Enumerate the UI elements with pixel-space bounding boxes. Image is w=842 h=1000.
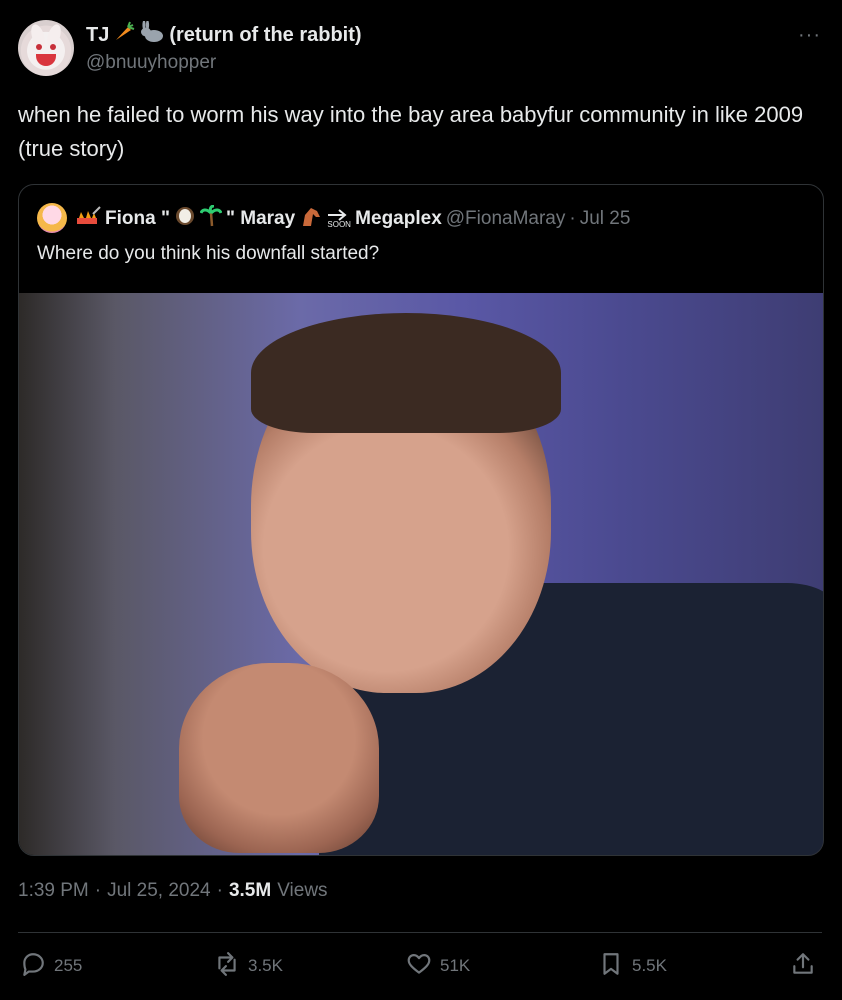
- quote-name-part2: " Maray: [225, 208, 296, 229]
- more-options-icon[interactable]: ···: [798, 24, 821, 47]
- share-button[interactable]: [790, 948, 816, 984]
- repost-icon: [214, 951, 240, 982]
- action-bar: 255 3.5K 51K 5.5K: [18, 948, 822, 984]
- bookmark-count: 5.5K: [632, 956, 667, 975]
- quote-dot-separator: ·: [569, 208, 576, 229]
- quote-photo[interactable]: [19, 293, 823, 855]
- quote-handle[interactable]: @FionaMaray: [446, 208, 566, 230]
- quoted-tweet[interactable]: Fiona " " Maray SOON Megaplex @FionaMara…: [18, 184, 824, 856]
- quote-name-part3: Megaplex: [355, 208, 442, 229]
- tweet-time[interactable]: 1:39 PM: [18, 880, 89, 902]
- syringe-icon: [75, 206, 101, 232]
- views-label: Views: [277, 880, 328, 901]
- quote-text: Where do you think his downfall started?: [37, 243, 380, 264]
- share-icon: [790, 951, 816, 982]
- author-avatar[interactable]: [18, 20, 74, 76]
- views-count: 3.5M: [228, 880, 272, 901]
- bookmark-icon: [598, 951, 624, 982]
- soon-label: SOON: [327, 220, 351, 229]
- reply-button[interactable]: 255: [20, 948, 82, 984]
- like-icon: [406, 951, 432, 982]
- quote-author-row: Fiona " " Maray SOON Megaplex @FionaMara…: [75, 204, 631, 233]
- palm-tree-icon: [199, 204, 223, 233]
- reply-icon: [20, 951, 46, 982]
- tweet-meta: 1:39 PM · Jul 25, 2024 · 3.5M Views: [18, 880, 328, 902]
- rabbit-icon: [139, 20, 165, 49]
- tweet-date[interactable]: Jul 25, 2024: [107, 880, 211, 902]
- divider: [18, 932, 822, 933]
- author-name-prefix: TJ: [86, 23, 110, 46]
- quote-author-avatar[interactable]: [37, 203, 67, 233]
- repost-count: 3.5K: [248, 956, 283, 975]
- reply-count: 255: [54, 956, 83, 975]
- repost-button[interactable]: 3.5K: [214, 948, 283, 984]
- quote-date[interactable]: Jul 25: [580, 208, 631, 230]
- soon-arrow-icon: SOON: [327, 209, 351, 229]
- author-name-suffix: (return of the rabbit): [169, 23, 362, 46]
- like-button[interactable]: 51K: [406, 948, 470, 984]
- like-count: 51K: [440, 956, 471, 975]
- bookmark-button[interactable]: 5.5K: [598, 948, 667, 984]
- author-display-name[interactable]: TJ (return of the rabbit): [86, 20, 362, 49]
- carrot-icon: [113, 21, 135, 49]
- tweet-text: when he failed to worm his way into the …: [18, 102, 804, 161]
- author-handle[interactable]: @bnuuyhopper: [86, 52, 216, 74]
- coconut-icon: [174, 205, 196, 233]
- quote-name-part1: Fiona ": [105, 208, 170, 229]
- horse-icon: [299, 205, 323, 233]
